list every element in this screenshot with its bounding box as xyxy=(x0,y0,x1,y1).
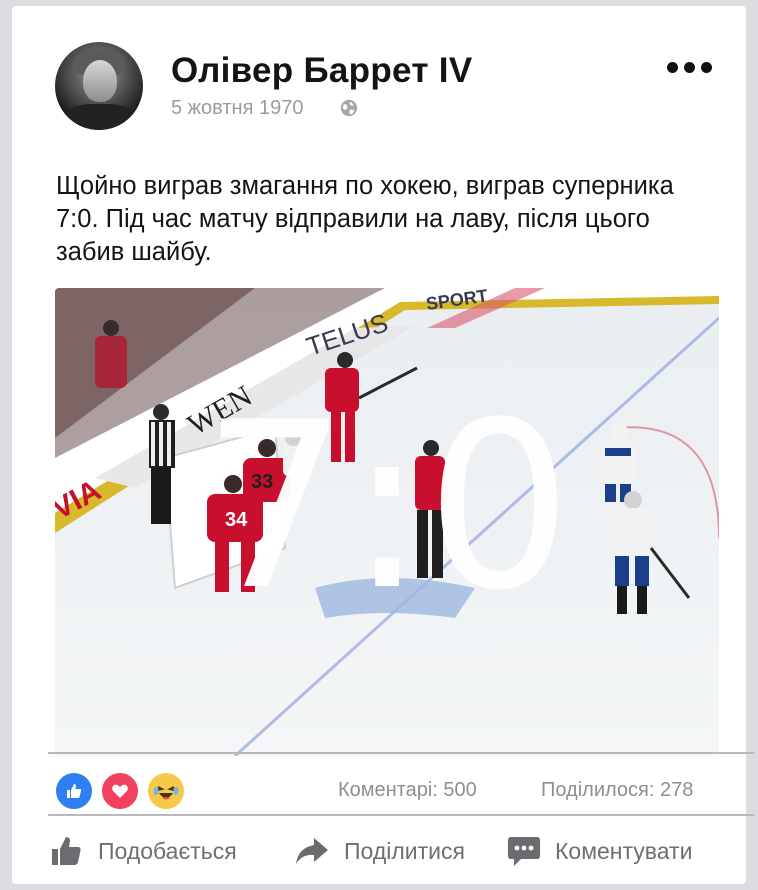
share-button[interactable]: Поділитися xyxy=(294,830,465,872)
more-options-icon[interactable] xyxy=(667,62,719,76)
comments-count[interactable]: Коментарі: 500 xyxy=(338,779,477,802)
like-button[interactable]: Подобається xyxy=(50,830,237,872)
reactions-summary[interactable] xyxy=(54,771,204,811)
comment-icon xyxy=(508,837,540,866)
share-arrow-icon xyxy=(296,838,328,864)
post-text: Щойно виграв змагання по хокею, виграв с… xyxy=(56,172,674,266)
post-image[interactable]: TELUS SPORT VIA WEN 34 33 7:0 xyxy=(55,288,719,756)
post-card: Олівер Баррет IV 5 жовтня 1970 Щойно виг… xyxy=(12,6,754,884)
comment-label: Коментувати xyxy=(555,837,693,864)
share-label: Поділитися xyxy=(344,837,465,864)
haha-reaction-icon xyxy=(146,771,186,811)
avatar[interactable] xyxy=(55,42,143,130)
globe-icon xyxy=(340,99,358,117)
love-reaction-icon xyxy=(100,771,140,811)
comment-button[interactable]: Коментувати xyxy=(507,830,692,872)
like-label: Подобається xyxy=(98,837,237,864)
thumbs-up-icon xyxy=(52,837,81,865)
like-reaction-icon xyxy=(54,771,94,811)
shares-count[interactable]: Поділилося: 278 xyxy=(541,779,693,802)
author-name[interactable]: Олівер Баррет IV xyxy=(171,51,472,91)
hockey-photo: TELUS SPORT VIA WEN 34 33 7:0 xyxy=(55,288,719,756)
score-overlay: 7:0 xyxy=(202,374,572,641)
divider xyxy=(48,752,754,754)
post-date[interactable]: 5 жовтня 1970 xyxy=(171,97,303,120)
divider xyxy=(48,814,754,816)
